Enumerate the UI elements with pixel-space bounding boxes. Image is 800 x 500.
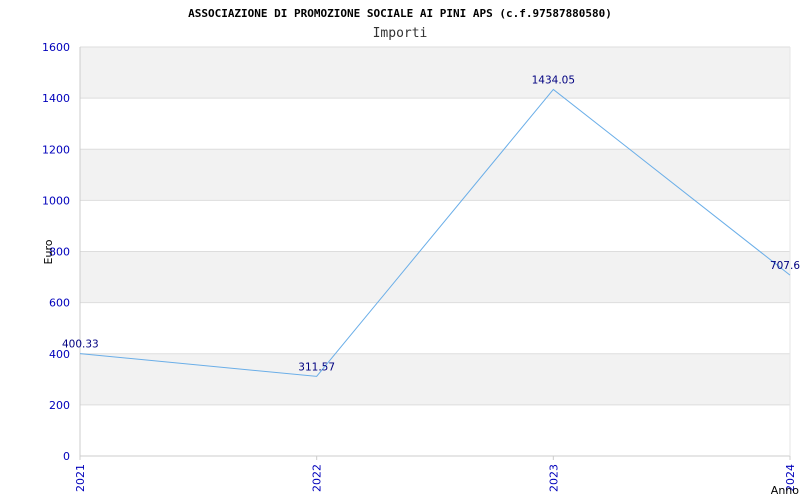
background-band — [80, 149, 790, 201]
data-labels: 400.33 311.57 1434.05 707.6 — [62, 74, 800, 373]
data-label: 311.57 — [298, 361, 335, 373]
series-line — [79, 88, 791, 377]
y-tick-label: 0 — [63, 450, 70, 463]
chart-title: ASSOCIAZIONE DI PROMOZIONE SOCIALE AI PI… — [188, 7, 612, 20]
line-chart: ASSOCIAZIONE DI PROMOZIONE SOCIALE AI PI… — [42, 7, 800, 497]
chart-subtitle: Importi — [373, 26, 428, 41]
data-label: 400.33 — [62, 339, 99, 351]
x-tick-label: 2022 — [311, 464, 324, 492]
background-bands — [80, 47, 790, 405]
y-tick-label: 1400 — [42, 92, 70, 105]
series-lines — [79, 88, 791, 377]
y-tick-label: 200 — [49, 399, 70, 412]
x-axis-label: Anno — [771, 484, 799, 497]
y-tick-label: 600 — [49, 297, 70, 310]
x-tick-label: 2023 — [547, 464, 560, 492]
y-tick-label: 1600 — [42, 41, 70, 54]
x-tick-label: 2021 — [74, 464, 87, 492]
y-tick-label: 1000 — [42, 194, 70, 207]
y-axis-label: Euro — [42, 239, 55, 264]
data-label: 1434.05 — [532, 74, 575, 86]
background-band — [80, 251, 790, 303]
x-tick-labels: 2021 2022 2023 2024 — [74, 464, 797, 492]
background-band — [80, 47, 790, 99]
y-tick-label: 1200 — [42, 143, 70, 156]
background-band — [80, 353, 790, 405]
data-label: 707.6 — [770, 260, 800, 272]
